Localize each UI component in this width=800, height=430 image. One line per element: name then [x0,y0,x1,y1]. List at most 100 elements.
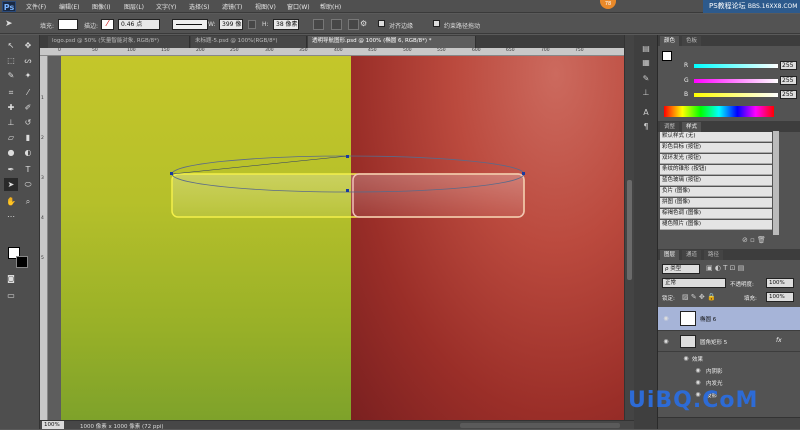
scrollbar-thumb[interactable] [627,180,632,280]
styles-bottom-icons[interactable]: ⊘ ▫ 🗑 [742,236,766,244]
brush-tool-icon[interactable]: ✐ [21,101,35,114]
opacity-field[interactable]: 100% [766,278,794,288]
layer-name[interactable]: 椭圆 6 [700,315,716,323]
fx-badge[interactable]: fx [776,337,782,344]
magic-wand-icon[interactable]: ✦ [21,69,35,82]
style-item[interactable]: 条纹的锥形 (按钮) [660,165,772,175]
style-item[interactable]: 棕褐色调 (图像) [660,209,772,219]
tab-channels[interactable]: 通道 [682,250,702,260]
extra-tools-icon[interactable]: ⋯ [4,210,18,223]
menu-layer[interactable]: 图层(L) [124,2,144,11]
layer-row-rounded-rect-5[interactable]: ◉ 圆角矩形 5 fx [658,332,800,352]
g-slider[interactable] [694,79,778,83]
styles-scrollbar[interactable] [773,131,779,235]
dodge-tool-icon[interactable]: ◐ [21,146,35,159]
blend-mode-dropdown[interactable]: 正常 [662,278,726,288]
pen-tool-icon[interactable]: ✒ [4,163,18,176]
artboard-tool-icon[interactable]: ✥ [21,39,35,52]
zoom-field[interactable]: 100% [42,421,64,429]
effect-item[interactable]: 内发光 [706,379,723,387]
path-operations-icon[interactable] [313,19,324,30]
horizontal-scrollbar[interactable] [460,423,620,428]
menu-file[interactable]: 文件(F) [26,2,46,11]
layer-row-ellipse-6[interactable]: ◉ 椭圆 6 [658,307,800,331]
menu-view[interactable]: 视图(V) [255,2,276,11]
zoom-tool-icon[interactable]: ⌕ [21,195,35,208]
menu-select[interactable]: 选择(S) [189,2,210,11]
layer-filter-icons[interactable]: ▣ ◐ T ⊡ ▤ [706,264,744,272]
align-edges-checkbox[interactable] [378,20,385,27]
shape-overlay[interactable] [48,56,624,420]
menu-help[interactable]: 帮助(H) [320,2,341,11]
r-slider[interactable] [694,64,778,68]
marquee-tool-icon[interactable]: ⬚ [4,54,18,67]
width-field[interactable]: 399 像 [219,19,243,30]
hand-tool-icon[interactable]: ✋ [4,195,18,208]
tab-layers[interactable]: 图层 [660,250,680,260]
tab-adjustments[interactable]: 调整 [660,122,680,132]
stroke-swatch[interactable]: ⁄ [101,19,114,30]
quick-mask-icon[interactable]: ◙ [4,272,18,285]
quick-select-tool-icon[interactable]: ✎ [4,69,18,82]
paragraph-panel-icon[interactable]: ¶ [639,121,653,133]
layer-name[interactable]: 圆角矩形 5 [700,338,727,346]
tab-transparent-nav[interactable]: 透明导航图形.psd @ 100% (椭圆 6, RGB/8*) * [308,36,476,48]
vertical-scrollbar[interactable] [624,35,634,420]
screen-mode-icon[interactable]: ▭ [4,289,18,302]
path-arrangement-icon[interactable] [348,19,359,30]
style-item[interactable]: 拼图 (图像) [660,198,772,208]
document-canvas[interactable] [48,56,624,420]
tab-swatches[interactable]: 色板 [682,36,702,46]
tab-paths[interactable]: 路径 [704,250,724,260]
brush-panel-icon[interactable]: ✎ [639,73,653,85]
gradient-tool-icon[interactable]: ▮ [21,131,35,144]
fill-field[interactable]: 100% [766,292,794,302]
ellipse-tool-icon[interactable]: ⬭ [21,178,35,191]
effect-eye-icon[interactable]: ◉ [694,367,702,375]
clone-source-icon[interactable]: ⊥ [639,87,653,99]
menu-window[interactable]: 窗口(W) [287,2,310,11]
color-fg-swatch[interactable] [662,51,672,61]
height-field[interactable]: 38 像素 [273,19,299,30]
menu-type[interactable]: 文字(Y) [156,2,176,11]
effect-item[interactable]: 内阴影 [706,367,723,375]
tab-styles[interactable]: 样式 [682,122,702,132]
effects-eye-icon[interactable]: ◉ [682,355,690,363]
style-item[interactable]: 默认样式 (无) [660,132,772,142]
g-value[interactable]: 255 [780,76,797,85]
eye-icon[interactable]: ◉ [662,338,670,346]
clone-stamp-icon[interactable]: ⊥ [4,116,18,129]
link-icon[interactable] [248,20,256,29]
menu-edit[interactable]: 编辑(E) [59,2,79,11]
stroke-type-dropdown[interactable] [172,19,208,30]
menu-image[interactable]: 图像(I) [92,2,110,11]
properties-panel-icon[interactable]: ▦ [639,57,653,69]
b-slider[interactable] [694,93,778,97]
fill-swatch[interactable] [58,19,78,30]
eraser-tool-icon[interactable]: ▱ [4,131,18,144]
eye-icon[interactable]: ◉ [662,315,670,323]
style-item[interactable]: 双环发光 (按钮) [660,154,772,164]
healing-brush-icon[interactable]: ✚ [4,101,18,114]
lock-icons[interactable]: ▨ ✎ ✥ 🔒 [682,293,716,301]
arrow-tool-icon[interactable]: ➤ [5,19,16,30]
type-tool-icon[interactable]: T [21,163,35,176]
history-panel-icon[interactable]: ▤ [639,43,653,55]
menu-filter[interactable]: 滤镜(T) [222,2,242,11]
eyedropper-tool-icon[interactable]: ⁄ [21,86,35,99]
move-tool-icon[interactable]: ↖ [4,39,18,52]
effect-eye-icon[interactable]: ◉ [694,379,702,387]
background-color-swatch[interactable] [16,256,28,268]
gear-icon[interactable]: ⚙ [360,19,371,30]
path-alignment-icon[interactable] [331,19,342,30]
tab-untitled-5[interactable]: 未标题-5.psd @ 100%(RGB/8*) [191,36,307,48]
r-value[interactable]: 255 [780,61,797,70]
blur-tool-icon[interactable]: ● [4,146,18,159]
crop-tool-icon[interactable]: ⌗ [4,86,18,99]
stroke-width-field[interactable]: 0.46 点 [118,19,160,30]
style-item[interactable]: 蓝色玻璃 (按钮) [660,176,772,186]
style-item[interactable]: 负片 (图像) [660,187,772,197]
layer-filter-dropdown[interactable]: ρ 类型 [662,264,700,274]
tab-logo[interactable]: logo.psd @ 50% (矢量智能对象, RGB/8*) [48,36,190,48]
tab-color[interactable]: 颜色 [660,36,680,46]
